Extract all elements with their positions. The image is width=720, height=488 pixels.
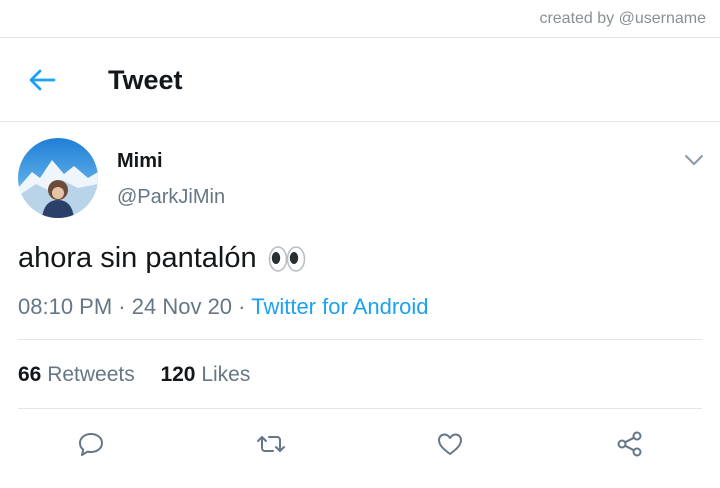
chevron-down-icon xyxy=(685,155,703,165)
reply-button[interactable] xyxy=(71,424,111,464)
retweet-icon xyxy=(257,436,285,452)
reply-icon xyxy=(79,433,103,456)
meta-separator: · xyxy=(118,294,126,319)
tweet-source-link[interactable]: Twitter for Android xyxy=(251,294,428,319)
watermark: created by @username xyxy=(539,10,706,27)
retweets-stat[interactable]: 66 Retweets xyxy=(18,363,135,387)
action-bar xyxy=(0,424,720,464)
eyes-emoji xyxy=(267,244,307,274)
share-button[interactable] xyxy=(610,424,650,464)
tweet-options-button[interactable] xyxy=(682,150,706,170)
avatar-image xyxy=(18,138,98,218)
tweet-detail-screen: created by @username Tweet Mimi @ParkJiM… xyxy=(0,0,720,488)
retweets-label: Retweets xyxy=(47,363,135,386)
share-icon xyxy=(617,431,642,457)
author-display-name[interactable]: Mimi xyxy=(117,150,163,173)
tweet-time: 08:10 PM xyxy=(18,294,113,319)
retweet-button[interactable] xyxy=(251,424,291,464)
back-button[interactable] xyxy=(22,64,62,96)
author-handle[interactable]: @ParkJiMin xyxy=(117,186,225,209)
meta-separator: · xyxy=(238,294,246,319)
like-icon xyxy=(438,433,462,455)
tweet-meta: 08:10 PM · 24 Nov 20 · Twitter for Andro… xyxy=(18,294,429,320)
divider xyxy=(18,339,702,340)
retweets-count: 66 xyxy=(18,363,42,386)
likes-stat[interactable]: 120 Likes xyxy=(160,363,250,387)
tweet-stats: 66 Retweets 120 Likes xyxy=(18,363,250,387)
divider xyxy=(18,408,702,409)
arrow-left-icon xyxy=(29,69,56,91)
page-title: Tweet xyxy=(108,65,183,95)
avatar[interactable] xyxy=(18,138,98,218)
tweet-body: ahora sin pantalón xyxy=(18,242,307,275)
header-bar: Tweet xyxy=(0,38,720,122)
likes-count: 120 xyxy=(160,363,196,386)
tweet-date: 24 Nov 20 xyxy=(131,294,233,319)
tweet-text: ahora sin pantalón xyxy=(18,242,257,274)
likes-label: Likes xyxy=(201,363,251,386)
like-button[interactable] xyxy=(430,424,470,464)
